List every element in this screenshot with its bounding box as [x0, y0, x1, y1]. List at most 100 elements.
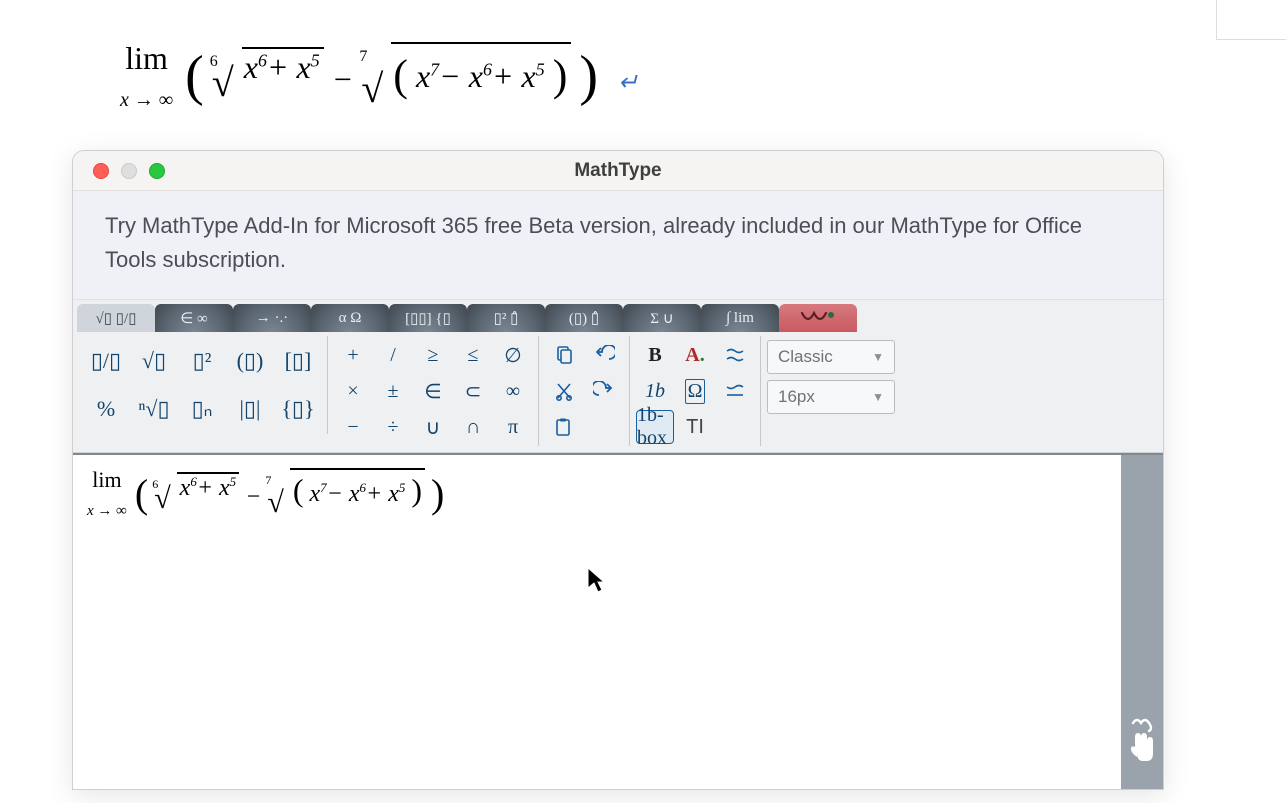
slash-button[interactable]: /: [374, 338, 412, 372]
pi-button[interactable]: π: [494, 410, 532, 444]
close-paren: ): [579, 45, 598, 107]
size-dropdown-value: 16px: [778, 387, 815, 407]
tab-scripts[interactable]: ▯² ▯̂: [467, 304, 545, 332]
tab-matrices[interactable]: [▯▯] {▯: [389, 304, 467, 332]
tab-bigops[interactable]: Σ ∪: [623, 304, 701, 332]
toolbar: ▯/▯ % √▯ ⁿ√▯ ▯² ▯ₙ (▯) |▯| [▯] {▯} + × −…: [73, 332, 1163, 453]
lim-label: lim: [87, 467, 127, 493]
tab-calculus[interactable]: ∫ lim: [701, 304, 779, 332]
paren-button[interactable]: (▯): [227, 338, 273, 384]
radical-icon: √: [267, 486, 283, 520]
plusminus-button[interactable]: ±: [374, 374, 412, 408]
undo-button[interactable]: [585, 338, 623, 372]
root-1-index: 6: [210, 53, 218, 71]
nth-root-button[interactable]: ⁿ√▯: [131, 386, 177, 432]
cut-button[interactable]: [545, 374, 583, 408]
paragraph-return-icon: ↵: [618, 70, 638, 96]
subset-button[interactable]: ⊂: [454, 374, 492, 408]
document-equation: lim x → ∞ ( 6 √ x6+ x5 − 7 √ ( x7− x6+ x…: [120, 40, 638, 112]
tab-roots-fractions[interactable]: √▯ ▯/▯: [77, 304, 155, 332]
minimize-window-button[interactable]: [121, 163, 137, 179]
sqrt-button[interactable]: √▯: [131, 338, 177, 384]
open-paren: (: [135, 471, 148, 516]
equation-editor[interactable]: lim x → ∞ ( 6 √ x6+ x5 − 7 √ (: [73, 455, 1121, 789]
tab-greek[interactable]: α Ω: [311, 304, 389, 332]
plus-button[interactable]: +: [334, 338, 372, 372]
minus-button[interactable]: −: [334, 410, 372, 444]
style-dropdown[interactable]: Classic ▼: [767, 340, 895, 374]
redo-icon: [593, 381, 615, 401]
root-1: 6 √ x6+ x5: [154, 481, 239, 516]
operator-buttons: + × − / ± ÷ ≥ ∈ ∪ ≤ ⊂ ∩ ∅ ∞ π: [328, 336, 539, 446]
le-button[interactable]: ≤: [454, 338, 492, 372]
superscript-button[interactable]: ▯²: [179, 338, 225, 384]
style-dropdown-value: Classic: [778, 347, 833, 367]
size-dropdown[interactable]: 16px ▼: [767, 380, 895, 414]
rtl-button[interactable]: [716, 338, 754, 372]
percent-button[interactable]: %: [83, 386, 129, 432]
cut-icon: [554, 381, 574, 401]
radical-icon: √: [361, 65, 383, 112]
fraction-button[interactable]: ▯/▯: [83, 338, 129, 384]
lim-block: lim x → ∞: [120, 40, 173, 112]
root-2-index: 7: [265, 473, 271, 488]
times-button[interactable]: ×: [334, 374, 372, 408]
root-2: 7 √ ( x7− x6+ x5 ): [361, 54, 571, 112]
tab-strip: √▯ ▯/▯ ∈ ∞ → ·.· α Ω [▯▯] {▯ ▯² ▯̂ (▯) ▯…: [73, 300, 1163, 332]
divide-button[interactable]: ÷: [374, 410, 412, 444]
in-button[interactable]: ∈: [414, 374, 452, 408]
ti-button[interactable]: TI: [676, 410, 714, 444]
minus: −: [332, 61, 362, 97]
lim-block: lim x → ∞: [87, 467, 127, 520]
emptyset-button[interactable]: ∅: [494, 338, 532, 372]
lim-subscript: x → ∞: [120, 89, 173, 112]
hand-draw-icon: [1127, 717, 1157, 765]
structure-buttons: ▯/▯ % √▯ ⁿ√▯ ▯² ▯ₙ (▯) |▯| [▯] {▯}: [77, 336, 328, 434]
root-1-radicand: x6+ x5: [177, 472, 240, 502]
copy-icon: [554, 345, 574, 365]
boxed-1b-button[interactable]: 1b-box: [636, 410, 674, 444]
abs-button[interactable]: |▯|: [227, 386, 273, 432]
minus: −: [245, 484, 267, 510]
titlebar[interactable]: MathType: [73, 151, 1163, 191]
paste-button[interactable]: [545, 410, 583, 444]
format-buttons: B 1b 1b-box A. Ω TI: [630, 336, 761, 446]
dropdowns: Classic ▼ 16px ▼: [761, 336, 901, 418]
mathtype-window: MathType Try MathType Add-In for Microso…: [72, 150, 1164, 790]
tab-wiris[interactable]: [779, 304, 857, 332]
rtl-icon: [723, 346, 747, 364]
redo-button[interactable]: [585, 374, 623, 408]
root-2-radicand: ( x7− x6+ x5 ): [391, 42, 571, 95]
side-panel[interactable]: [1121, 455, 1163, 789]
equation-body: ( 6 √ x6+ x5 − 7 √ ( x7− x6+ x5: [135, 467, 445, 520]
tab-arrows[interactable]: → ·.·: [233, 304, 311, 332]
omega-style-button[interactable]: Ω: [676, 374, 714, 408]
lim-subscript: x → ∞: [87, 503, 127, 520]
subscript-button[interactable]: ▯ₙ: [179, 386, 225, 432]
infinity-button[interactable]: ∞: [494, 374, 532, 408]
inner-close-paren: ): [553, 51, 568, 100]
ge-button[interactable]: ≥: [414, 338, 452, 372]
undo-icon: [593, 345, 615, 365]
close-window-button[interactable]: [93, 163, 109, 179]
editor-wrap: lim x → ∞ ( 6 √ x6+ x5 − 7 √ (: [73, 453, 1163, 789]
copy-button[interactable]: [545, 338, 583, 372]
zoom-window-button[interactable]: [149, 163, 165, 179]
intersect-button[interactable]: ∩: [454, 410, 492, 444]
chemtype-button[interactable]: 1b: [636, 374, 674, 408]
font-color-button[interactable]: A.: [676, 338, 714, 372]
chevron-down-icon: ▼: [872, 350, 884, 364]
tab-fenced-accents[interactable]: (▯) ▯̂: [545, 304, 623, 332]
bold-button[interactable]: B: [636, 338, 674, 372]
tab-set-symbols[interactable]: ∈ ∞: [155, 304, 233, 332]
root-1-index: 6: [152, 477, 158, 492]
edit-buttons: [539, 336, 630, 446]
union-button[interactable]: ∪: [414, 410, 452, 444]
brace-button[interactable]: {▯}: [275, 386, 321, 432]
partial-ui-box: [1216, 0, 1286, 40]
close-paren: ): [431, 471, 444, 516]
chevron-down-icon: ▼: [872, 390, 884, 404]
inner-close-paren: ): [411, 472, 422, 508]
bracket-button[interactable]: [▯]: [275, 338, 321, 384]
ltr-button[interactable]: [716, 374, 754, 408]
